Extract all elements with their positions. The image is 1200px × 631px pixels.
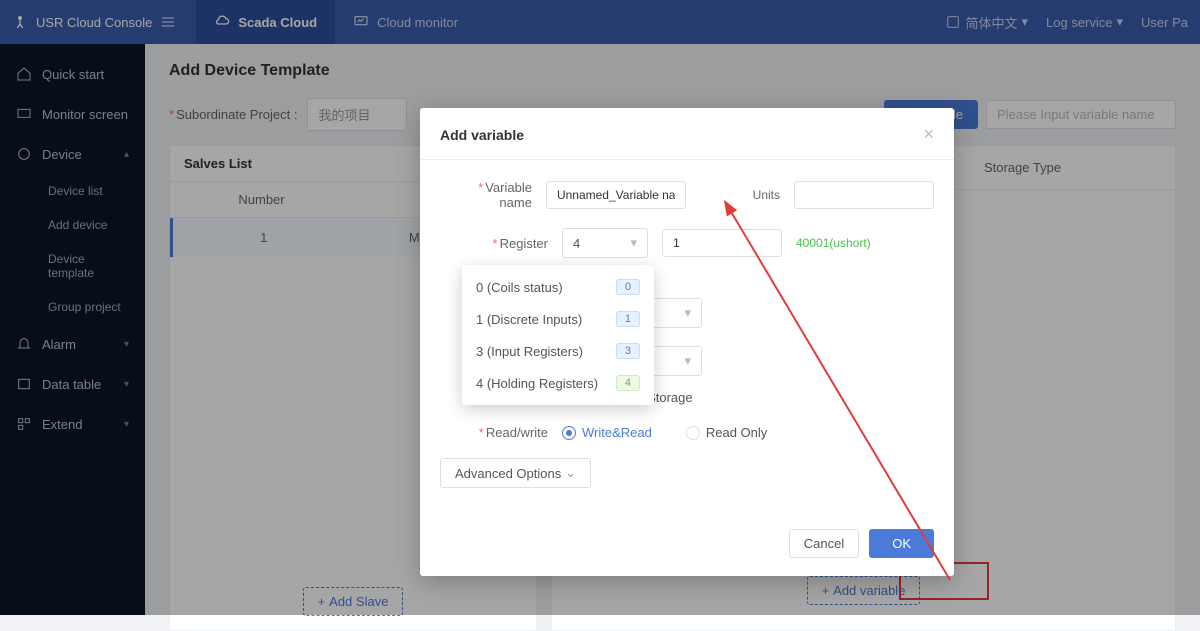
- chevron-down-icon: ▾: [630, 235, 637, 251]
- cancel-button[interactable]: Cancel: [789, 529, 859, 558]
- modal-title: Add variable: [440, 127, 524, 143]
- register-label: *Register: [456, 236, 548, 251]
- write-read-radio[interactable]: Write&Read: [562, 425, 652, 440]
- readwrite-label: *Read/write: [456, 425, 548, 440]
- chevron-down-icon: ⌄: [565, 465, 576, 481]
- variable-name-input[interactable]: [546, 181, 686, 209]
- read-only-radio[interactable]: Read Only: [686, 425, 767, 440]
- variable-name-label: *Variable name: [456, 180, 532, 210]
- register-dropdown: 0 (Coils status)0 1 (Discrete Inputs)1 3…: [462, 265, 654, 405]
- ok-button[interactable]: OK: [869, 529, 934, 558]
- advanced-options-button[interactable]: Advanced Options ⌄: [440, 458, 591, 488]
- dropdown-option-1[interactable]: 1 (Discrete Inputs)1: [462, 303, 654, 335]
- chevron-down-icon: ▾: [684, 353, 691, 369]
- chevron-down-icon: ▾: [684, 305, 691, 321]
- units-input[interactable]: [794, 181, 934, 209]
- register-address-input[interactable]: [662, 229, 782, 257]
- close-icon[interactable]: ×: [923, 124, 934, 145]
- dropdown-option-4[interactable]: 4 (Holding Registers)4: [462, 367, 654, 399]
- dropdown-option-0[interactable]: 0 (Coils status)0: [462, 271, 654, 303]
- units-label: Units: [739, 188, 780, 202]
- register-type-select[interactable]: 4 ▾: [562, 228, 648, 258]
- register-hint: 40001(ushort): [796, 236, 871, 250]
- dropdown-option-3[interactable]: 3 (Input Registers)3: [462, 335, 654, 367]
